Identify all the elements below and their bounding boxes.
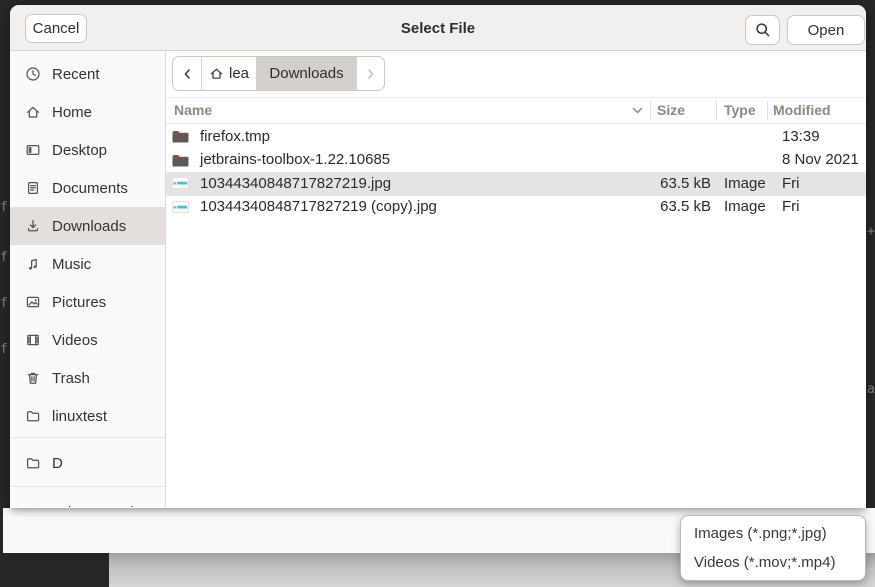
file-type: Image [724, 175, 766, 192]
background-text-fragment: a [867, 382, 875, 397]
file-name: 10344340848717827219.jpg [200, 175, 391, 192]
sidebar-item-label: Pictures [52, 294, 106, 311]
search-button[interactable] [745, 15, 780, 45]
sidebar-item-label: D [52, 455, 63, 472]
sidebar-item-pictures[interactable]: Pictures [10, 283, 165, 321]
sort-chevron-down-icon [632, 107, 643, 115]
path-segment-downloads[interactable]: Downloads [257, 57, 357, 90]
column-header-name[interactable]: Name [174, 102, 212, 118]
column-divider [767, 101, 768, 120]
folder-icon [172, 130, 189, 143]
column-header-type[interactable]: Type [724, 102, 756, 118]
sidebar-item-home[interactable]: Home [10, 93, 165, 131]
screenshot-stage: fi f f f + a Cancel Select File Open [0, 0, 875, 587]
list-column-headers: Name Size Type Modified [166, 97, 866, 124]
background-text-fragment: f [0, 296, 9, 311]
column-divider [716, 101, 717, 120]
folder-icon [25, 455, 41, 471]
background-text-fragment: fi [0, 200, 9, 215]
path-forward-button[interactable] [357, 57, 384, 90]
file-row-jpg-selected[interactable]: 10344340848717827219.jpg 63.5 kB Image F… [166, 172, 866, 196]
column-header-size[interactable]: Size [657, 102, 685, 118]
image-thumbnail-icon [172, 201, 189, 213]
sidebar-item-label: Other Locations [52, 504, 158, 508]
file-row-jetbrains-toolbox[interactable]: jetbrains-toolbox-1.22.10685 8 Nov 2021 [166, 149, 866, 173]
desktop-icon [25, 142, 41, 158]
filter-option-videos[interactable]: Videos (*.mov;*.mp4) [681, 548, 865, 577]
background-text-fragment: f [0, 250, 9, 265]
path-segment-home[interactable]: lea [202, 57, 257, 90]
sidebar-item-label: Videos [52, 332, 98, 349]
sidebar-item-label: Trash [52, 370, 90, 387]
filter-option-images[interactable]: Images (*.png;*.jpg) [681, 519, 865, 548]
path-bar: lea Downloads [172, 56, 385, 91]
file-name: jetbrains-toolbox-1.22.10685 [200, 151, 390, 168]
picture-icon [25, 294, 41, 310]
sidebar-separator [10, 486, 165, 487]
sidebar-item-label: Downloads [52, 218, 126, 235]
file-rows: firefox.tmp 13:39 jetbrains-toolbox-1.22… [166, 125, 866, 219]
chevron-left-icon [182, 67, 192, 81]
sidebar-item-label: Music [52, 256, 91, 273]
column-divider [650, 101, 651, 120]
file-list-panel: lea Downloads Name Size T [166, 51, 866, 507]
sidebar-item-trash[interactable]: Trash [10, 359, 165, 397]
chevron-right-icon [366, 67, 376, 81]
file-row-jpg-copy[interactable]: 10344340848717827219 (copy).jpg 63.5 kB … [166, 196, 866, 220]
sidebar-item-videos[interactable]: Videos [10, 321, 165, 359]
sidebar-item-linuxtest[interactable]: linuxtest [10, 397, 165, 435]
sidebar-item-label: Home [52, 104, 92, 121]
places-sidebar: Recent Home Desktop [10, 51, 166, 507]
trash-icon [25, 370, 41, 386]
open-button[interactable]: Open [787, 15, 865, 45]
path-home-label: lea [229, 65, 249, 82]
sidebar-separator [10, 437, 165, 438]
sidebar-item-label: Documents [52, 180, 128, 197]
sidebar-item-recent[interactable]: Recent [10, 55, 165, 93]
search-icon [755, 22, 771, 38]
path-back-button[interactable] [173, 57, 202, 90]
file-chooser-dialog: Cancel Select File Open Recent [10, 5, 866, 508]
file-modified: Fri [782, 198, 800, 215]
download-icon [25, 218, 41, 234]
file-name: firefox.tmp [200, 128, 270, 145]
column-header-modified[interactable]: Modified [773, 102, 831, 118]
sidebar-item-other-locations[interactable]: Other Locations [10, 493, 165, 507]
folder-icon [172, 154, 189, 167]
sidebar-item-label: Recent [52, 66, 100, 83]
sidebar-item-documents[interactable]: Documents [10, 169, 165, 207]
image-thumbnail-icon [172, 177, 189, 189]
background-text-fragment: + [867, 224, 875, 239]
sidebar-item-downloads[interactable]: Downloads [10, 207, 165, 245]
film-icon [25, 332, 41, 348]
sidebar-item-d[interactable]: D [10, 444, 165, 482]
file-filter-dropdown: Images (*.png;*.jpg) Videos (*.mov;*.mp4… [680, 515, 866, 581]
file-modified: Fri [782, 175, 800, 192]
document-icon [25, 180, 41, 196]
file-modified: 13:39 [782, 128, 820, 145]
headerbar: Cancel Select File Open [10, 5, 866, 51]
home-icon [209, 66, 224, 81]
file-size: 63.5 kB [596, 175, 711, 192]
folder-icon [25, 408, 41, 424]
sidebar-item-label: Desktop [52, 142, 107, 159]
background-text-fragment: f [0, 342, 9, 357]
plus-icon [25, 504, 41, 507]
file-modified: 8 Nov 2021 [782, 151, 859, 168]
sidebar-item-music[interactable]: Music [10, 245, 165, 283]
music-note-icon [25, 256, 41, 272]
file-row-firefox-tmp[interactable]: firefox.tmp 13:39 [166, 125, 866, 149]
file-name: 10344340848717827219 (copy).jpg [200, 198, 437, 215]
sidebar-item-desktop[interactable]: Desktop [10, 131, 165, 169]
home-icon [25, 104, 41, 120]
file-type: Image [724, 198, 766, 215]
file-size: 63.5 kB [596, 198, 711, 215]
clock-icon [25, 66, 41, 82]
sidebar-item-label: linuxtest [52, 408, 107, 425]
dialog-title: Select File [10, 5, 866, 51]
